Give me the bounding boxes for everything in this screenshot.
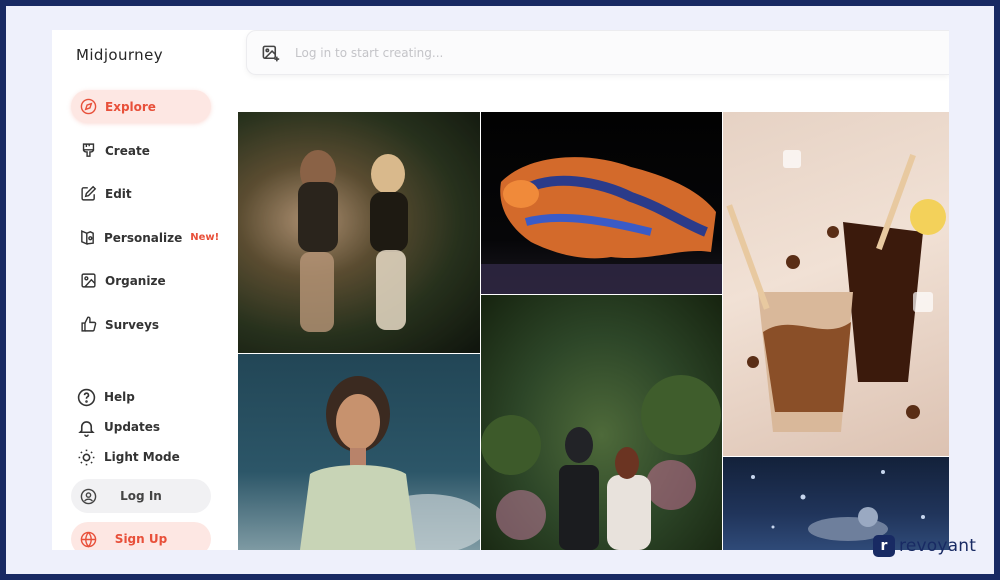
new-badge: New! [190, 232, 220, 243]
prompt-bar[interactable]: Log in to start creating... [246, 30, 949, 75]
nav-label: Create [105, 143, 150, 158]
app-window: Midjourney Explore Create Edit Personali… [52, 30, 949, 550]
signup-label: Sign Up [114, 532, 168, 546]
nav-item-explore[interactable]: Explore [71, 90, 211, 123]
personalize-icon [79, 229, 96, 247]
explore-gallery [238, 112, 949, 550]
nav-item-organize[interactable]: Organize [71, 264, 211, 297]
revoyant-wordmark: revoyant [899, 536, 977, 556]
gallery-image-portrait[interactable] [238, 354, 480, 550]
util-label: Light Mode [104, 450, 180, 464]
nav-item-edit[interactable]: Edit [71, 177, 211, 210]
edit-icon [79, 185, 97, 203]
gallery-image-tiger[interactable] [481, 112, 722, 294]
signup-button[interactable]: Sign Up [71, 522, 211, 550]
nav-item-surveys[interactable]: Surveys [71, 308, 211, 341]
help-link[interactable]: Help [76, 386, 135, 408]
bell-icon [76, 417, 96, 437]
revoyant-logo-icon: r [873, 535, 895, 557]
globe-icon [79, 530, 97, 548]
light-mode-toggle[interactable]: Light Mode [76, 446, 180, 468]
nav-label: Explore [105, 99, 156, 114]
util-label: Updates [104, 420, 161, 434]
user-circle-icon [79, 487, 97, 505]
nav-item-personalize[interactable]: Personalize New! [71, 221, 219, 254]
login-button[interactable]: Log In [71, 479, 211, 513]
gallery-image-runners[interactable] [238, 112, 480, 353]
nav-item-create[interactable]: Create [71, 134, 211, 167]
gallery-image-knight-garden[interactable] [481, 295, 722, 550]
nav-label: Surveys [105, 317, 160, 332]
screenshot-frame: Midjourney Explore Create Edit Personali… [6, 6, 994, 574]
nav-label: Personalize [104, 230, 183, 245]
image-icon [79, 272, 97, 290]
util-label: Help [104, 390, 135, 404]
app-title[interactable]: Midjourney [76, 46, 163, 64]
compass-icon [79, 98, 97, 116]
sidebar: Midjourney Explore Create Edit Personali… [52, 30, 230, 550]
gallery-image-iced-coffee[interactable] [723, 112, 949, 456]
help-circle-icon [76, 387, 96, 407]
updates-link[interactable]: Updates [76, 416, 160, 438]
revoyant-watermark: r revoyant [873, 535, 976, 557]
add-image-icon[interactable] [261, 44, 281, 64]
nav-label: Edit [105, 186, 132, 201]
sun-icon [76, 447, 96, 467]
login-label: Log In [120, 489, 162, 503]
brush-icon [79, 142, 97, 160]
prompt-placeholder[interactable]: Log in to start creating... [295, 46, 443, 60]
nav-label: Organize [105, 273, 166, 288]
thumbs-up-icon [79, 316, 97, 334]
